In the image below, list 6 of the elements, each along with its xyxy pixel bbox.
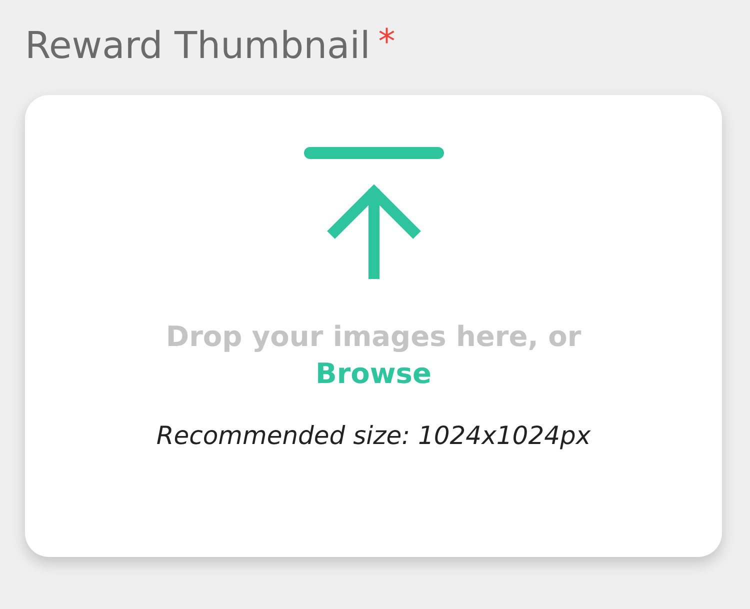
upload-dropzone[interactable]: Drop your images here, or Browse Recommended size: 1024x1024px bbox=[25, 95, 722, 557]
drop-prompt: Drop your images here, or bbox=[166, 319, 582, 355]
required-mark: * bbox=[378, 22, 396, 62]
size-hint: Recommended size: 1024x1024px bbox=[156, 420, 591, 452]
field-label: Reward Thumbnail bbox=[25, 23, 370, 69]
upload-icon bbox=[304, 147, 444, 279]
